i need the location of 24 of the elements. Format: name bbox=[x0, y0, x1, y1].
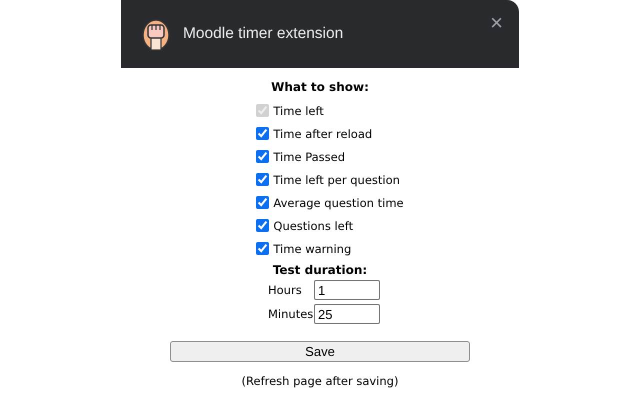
checkbox[interactable] bbox=[256, 196, 270, 209]
window-title: Moodle timer extension bbox=[183, 25, 344, 43]
option-label: Questions left bbox=[273, 218, 354, 232]
fist-icon bbox=[141, 17, 171, 51]
checkbox[interactable] bbox=[256, 127, 270, 140]
field-label: Hours bbox=[268, 283, 303, 297]
option-label: Time left per question bbox=[273, 172, 400, 186]
input-field[interactable]: 25 bbox=[314, 304, 380, 324]
checkbox[interactable] bbox=[256, 173, 270, 186]
option-label: Time after reload bbox=[273, 126, 372, 140]
note-text: (Refresh page after saving) bbox=[242, 374, 398, 388]
option-label: Average question time bbox=[273, 196, 404, 210]
option-label: Time Passed bbox=[273, 150, 346, 164]
section-heading: Test duration: bbox=[272, 263, 368, 277]
field-label: Minutes bbox=[268, 307, 314, 321]
input-field[interactable]: 1 bbox=[314, 280, 380, 300]
option-label: Time left bbox=[273, 104, 324, 118]
option-label: Time warning bbox=[273, 242, 352, 256]
checkbox[interactable] bbox=[256, 242, 270, 255]
checkbox[interactable] bbox=[256, 219, 270, 232]
save-button[interactable]: Save bbox=[170, 341, 470, 362]
section-heading: What to show: bbox=[271, 80, 369, 94]
checkbox[interactable] bbox=[256, 150, 270, 163]
close-button[interactable]: × bbox=[486, 8, 507, 38]
